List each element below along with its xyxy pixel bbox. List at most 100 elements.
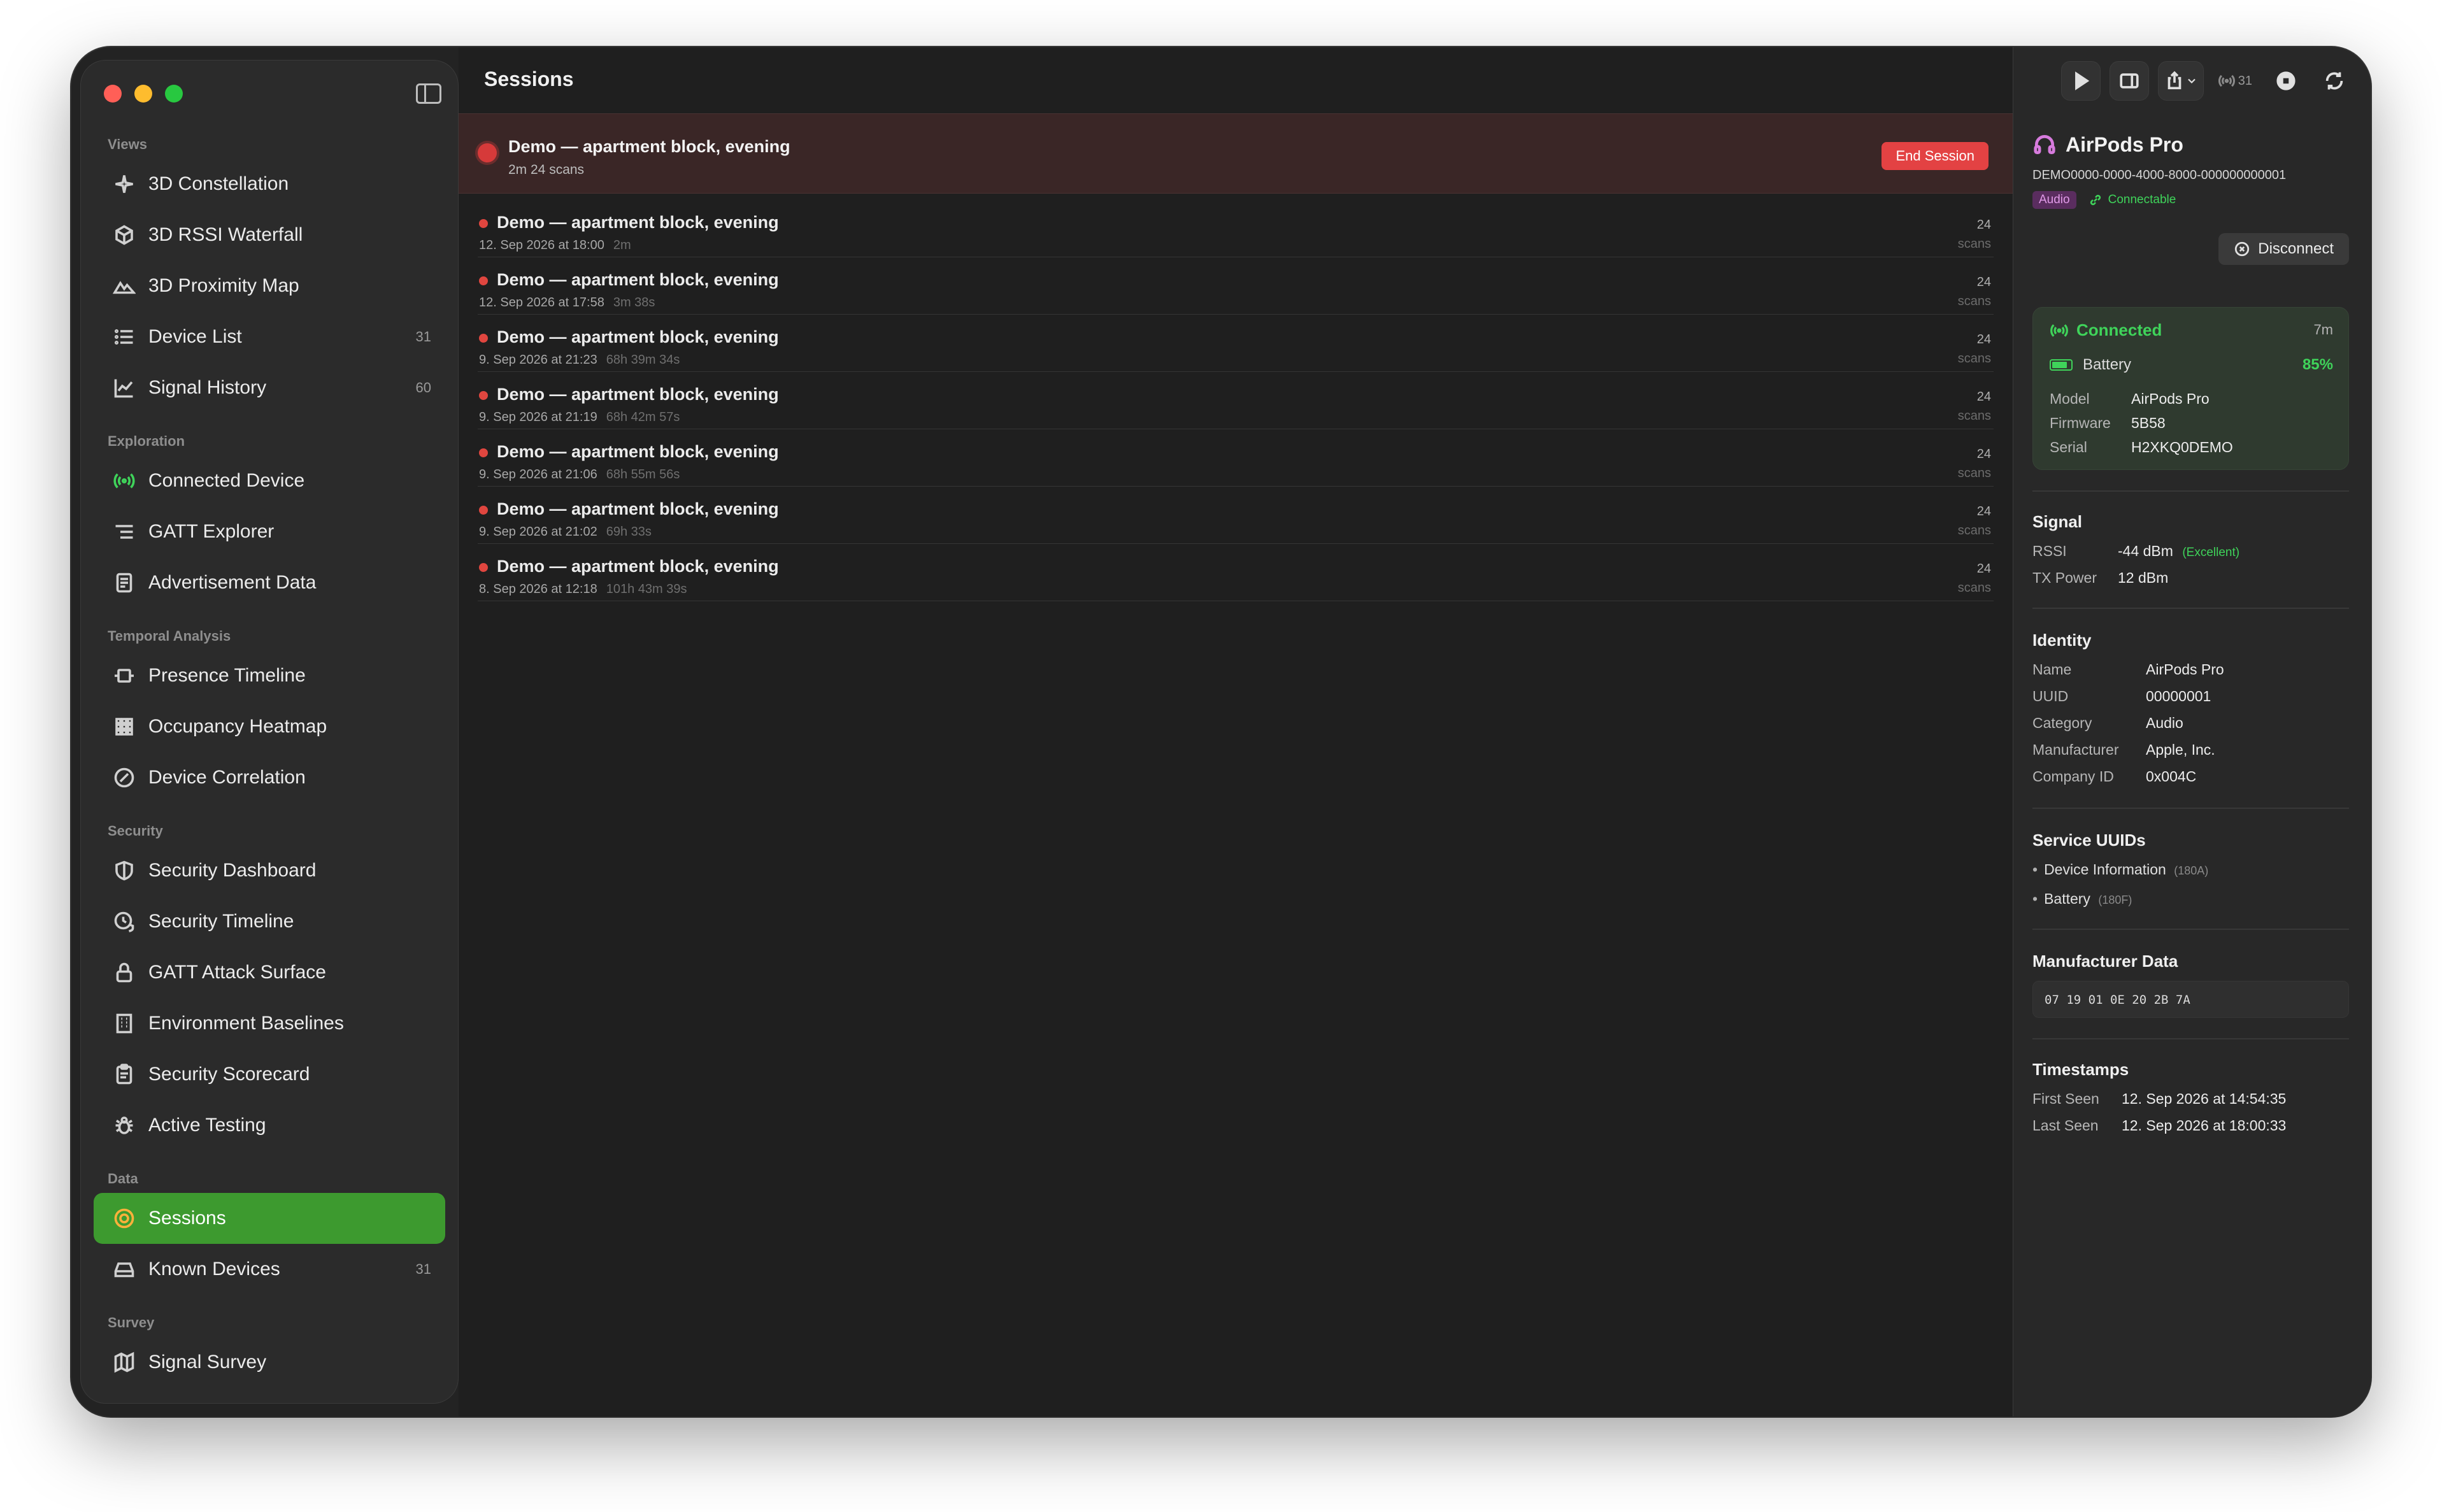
battery-row: Battery (2050, 356, 2131, 374)
session-row[interactable]: Demo — apartment block, evening 9. Sep 20… (478, 487, 1994, 544)
sidebar-item-presence-timeline[interactable]: Presence Timeline (94, 650, 445, 701)
sidebar-item-count: 31 (415, 329, 431, 345)
inspector-toggle-button[interactable] (2109, 61, 2149, 101)
identity-uuid-row: UUID 00000001 (2032, 688, 2349, 705)
session-scan-count: 24 scans (1958, 387, 1991, 425)
clock-shield-icon (111, 909, 137, 934)
sidebar-section-label: Views (108, 136, 147, 152)
first-seen-value: 12. Sep 2026 at 14:54:35 (2122, 1090, 2287, 1107)
link-icon (2090, 194, 2101, 206)
app-window: Views 3D Constellation 3D RSSI Waterfall 3D… (71, 47, 2371, 1416)
disconnect-button[interactable]: Disconnect (2218, 233, 2349, 265)
sidebar-item-label: GATT Explorer (148, 521, 275, 542)
session-list: Demo — apartment block, evening 12. Sep 2… (478, 200, 1994, 601)
connectable-badge: Connectable (2088, 192, 2176, 208)
headphones-icon (2034, 134, 2055, 155)
device-tags: Audio Connectable (2032, 191, 2349, 209)
sidebar-item-security-timeline[interactable]: Security Timeline (94, 896, 445, 947)
sidebar-item-label: Known Devices (148, 1259, 280, 1280)
connection-status-label: Connected (2076, 320, 2162, 339)
sidebar-item-signal-survey[interactable]: Signal Survey (94, 1337, 445, 1388)
minimize-window-button[interactable] (134, 85, 152, 103)
end-session-button[interactable]: End Session (1881, 142, 1989, 170)
session-title: Demo — apartment block, evening (497, 557, 779, 576)
serial-row: Serial H2XKQ0DEMO (2050, 439, 2233, 456)
firmware-key: Firmware (2050, 415, 2111, 431)
sidebar-item-known-devices[interactable]: Known Devices 31 (94, 1244, 445, 1295)
sidebar-section-label: Security (108, 823, 163, 839)
identity-name-row: Name AirPods Pro (2032, 661, 2349, 678)
sidebar-item-label: Device List (148, 326, 242, 347)
manufacturer-data-title: Manufacturer Data (2032, 952, 2178, 971)
active-session-banner[interactable]: Demo — apartment block, evening 2m 24 sc… (459, 113, 2013, 194)
model-row: Model AirPods Pro (2050, 390, 2210, 408)
sidebar-item-gatt-attack-surface[interactable]: GATT Attack Surface (94, 947, 445, 998)
session-title: Demo — apartment block, evening (497, 213, 779, 232)
model-key: Model (2050, 390, 2090, 407)
session-row[interactable]: Demo — apartment block, evening 9. Sep 20… (478, 372, 1994, 429)
sidebar-item-advertisement-data[interactable]: Advertisement Data (94, 557, 445, 608)
tx-power-row: TX Power 12 dBm (2032, 569, 2349, 587)
audio-badge: Audio (2032, 191, 2076, 209)
stop-button[interactable] (2266, 61, 2306, 101)
sidebar-item-3d-constellation[interactable]: 3D Constellation (94, 159, 445, 210)
recording-icon (478, 143, 497, 162)
rssi-row: RSSI -44 dBm (Excellent) (2032, 543, 2349, 560)
clipboard-icon (111, 1062, 137, 1087)
session-date: 9. Sep 2026 at 21:02 69h 33s (479, 525, 652, 539)
session-date: 12. Sep 2026 at 18:00 2m (479, 238, 631, 252)
sidebar-item-survey-history[interactable]: Survey History (94, 1388, 445, 1403)
sidebar-item-label: 3D RSSI Waterfall (148, 224, 303, 245)
history-icon (111, 1401, 137, 1403)
sidebar-item-gatt-explorer[interactable]: GATT Explorer (94, 506, 445, 557)
session-row[interactable]: Demo — apartment block, evening 12. Sep 2… (478, 257, 1994, 315)
identity-category-value: Audio (2146, 715, 2183, 731)
service-code: (180F) (2098, 894, 2132, 906)
sidebar-item-security-scorecard[interactable]: Security Scorecard (94, 1049, 445, 1100)
session-duration: 68h 55m 56s (606, 467, 680, 481)
identity-name-value: AirPods Pro (2146, 661, 2224, 678)
sidebar-item-sessions[interactable]: Sessions (94, 1193, 445, 1244)
model-value: AirPods Pro (2131, 390, 2210, 407)
session-title: Demo — apartment block, evening (497, 442, 779, 461)
sidebar-item-3d-proximity-map[interactable]: 3D Proximity Map (94, 260, 445, 311)
manufacturer-data-hex[interactable]: 07 19 01 0E 20 2B 7A (2032, 981, 2349, 1018)
close-window-button[interactable] (104, 85, 122, 103)
refresh-icon (2325, 72, 2343, 90)
device-inspector: 31 AirPods Pro DEMO0000-0000-4000-8000-0… (2013, 47, 2371, 1416)
service-item: • Device Information (180A) (2032, 861, 2349, 878)
refresh-button[interactable] (2315, 61, 2354, 101)
disconnect-label: Disconnect (2258, 240, 2334, 257)
identity-uuid-key: UUID (2032, 688, 2069, 704)
session-scan-count: 24 scans (1958, 445, 1991, 483)
sidebar-item-3d-rssi-waterfall[interactable]: 3D RSSI Waterfall (94, 210, 445, 260)
zoom-window-button[interactable] (165, 85, 183, 103)
sidebar-item-active-testing[interactable]: Active Testing (94, 1100, 445, 1151)
battery-fill (2052, 362, 2067, 368)
sidebar-item-device-list[interactable]: Device List 31 (94, 311, 445, 362)
session-scan-unit: scans (1957, 237, 1991, 251)
sidebar-item-signal-history[interactable]: Signal History 60 (94, 362, 445, 413)
session-row[interactable]: Demo — apartment block, evening 8. Sep 20… (478, 544, 1994, 601)
doc-icon (111, 570, 137, 596)
identity-company-value: 0x004C (2146, 768, 2197, 785)
session-row[interactable]: Demo — apartment block, evening 9. Sep 20… (478, 429, 1994, 487)
session-scan-unit: scans (1957, 294, 1991, 308)
sidebar-item-occupancy-heatmap[interactable]: Occupancy Heatmap (94, 701, 445, 752)
sidebar-item-connected-device[interactable]: Connected Device (94, 455, 445, 506)
grid-icon (111, 714, 137, 739)
sidebar-item-count: 31 (415, 1261, 431, 1277)
session-title: Demo — apartment block, evening (497, 499, 779, 518)
session-row[interactable]: Demo — apartment block, evening 12. Sep 2… (478, 200, 1994, 257)
sidebar-item-label: 3D Constellation (148, 173, 289, 194)
sidebar-toggle-icon[interactable] (416, 83, 441, 104)
connection-status: Connected (2050, 320, 2162, 340)
sidebar-item-device-correlation[interactable]: Device Correlation (94, 752, 445, 803)
share-button[interactable] (2157, 61, 2204, 101)
sidebar-section-label: Exploration (108, 433, 185, 449)
device-count-indicator[interactable]: 31 (2213, 61, 2257, 101)
sidebar-item-security-dashboard[interactable]: Security Dashboard (94, 845, 445, 896)
session-row[interactable]: Demo — apartment block, evening 9. Sep 20… (478, 315, 1994, 372)
play-button[interactable] (2060, 61, 2101, 101)
sidebar-item-environment-baselines[interactable]: Environment Baselines (94, 998, 445, 1049)
